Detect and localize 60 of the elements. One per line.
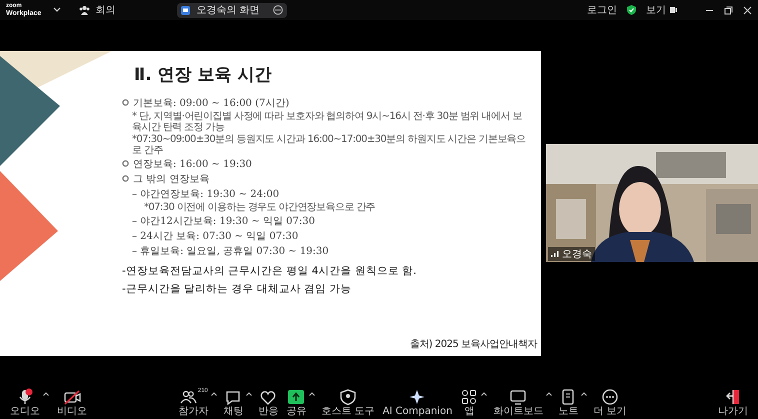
meeting-menu[interactable]: 회의 bbox=[79, 3, 116, 17]
statement-text: -근무시간을 달리하는 경우 대체교사 겸임 가능 bbox=[122, 282, 352, 296]
toolbar-button[interactable]: AI Companion bbox=[380, 388, 454, 417]
apps-icon bbox=[460, 388, 478, 406]
restore-icon[interactable] bbox=[724, 6, 733, 14]
bullet-text: 연장보육: 16:00 ~ 19:30 bbox=[133, 158, 252, 170]
exit-icon bbox=[724, 388, 742, 406]
note-text: * 단, 지역별·어린이집별 사정에 따라 보호자와 협의하여 9시~16시 전·후 30분 범위 내에서 보육시간 탄력 조정 가능 bbox=[132, 110, 523, 132]
slide-title: Ⅱ. 연장 보육 시간 bbox=[134, 64, 272, 86]
caret-icon[interactable] bbox=[211, 392, 218, 396]
people-icon bbox=[79, 5, 90, 15]
toolbar-button[interactable]: 호스트 도구 bbox=[319, 388, 377, 417]
list-text: – 야간연장보육: 19:30 ~ 24:00 bbox=[132, 188, 280, 200]
more-icon[interactable] bbox=[273, 5, 284, 15]
bullet-icon bbox=[122, 160, 129, 167]
statement-text: -연장보육전담교사의 근무시간은 평일 4시간을 원칙으로 함. bbox=[122, 264, 418, 278]
people-icon bbox=[178, 388, 197, 406]
toolbar-button[interactable]: 반응 bbox=[256, 388, 280, 417]
view-icon bbox=[670, 6, 677, 14]
shield-icon bbox=[338, 388, 357, 406]
list-text: – 휴일보육: 일요일, 공휴일 07:30 ~ 19:30 bbox=[132, 244, 329, 258]
view-menu[interactable]: 보기 bbox=[646, 3, 677, 17]
toolbar-button[interactable]: 화이트보드 bbox=[491, 388, 546, 417]
caret-icon[interactable] bbox=[581, 392, 588, 396]
chevron-down-icon[interactable] bbox=[53, 7, 62, 13]
source-text: 출처) 2025 보육사업안내책자 bbox=[410, 338, 537, 350]
toolbar-button[interactable]: 채팅 bbox=[221, 388, 246, 417]
share-icon bbox=[287, 388, 306, 406]
more-icon bbox=[601, 388, 620, 406]
caret-icon[interactable] bbox=[246, 392, 252, 396]
bullet-icon bbox=[122, 175, 129, 182]
close-icon[interactable] bbox=[743, 6, 752, 14]
toolbar-button[interactable]: 오디오 bbox=[8, 388, 42, 417]
toolbar-button[interactable]: 공유 bbox=[284, 388, 308, 417]
caret-icon[interactable] bbox=[481, 392, 488, 396]
toolbar-button[interactable]: 더 보기 bbox=[591, 388, 629, 417]
bullet-text: 기본보육: 09:00 ~ 16:00 (7시간) bbox=[133, 96, 290, 110]
list-text: – 야간12시간보육: 19:30 ~ 익일 07:30 bbox=[132, 214, 316, 228]
sparkle-icon bbox=[408, 388, 426, 406]
note-text: *07:30~09:00±30분의 등원지도 시간과 16:00~17:00±30분의 하원지도 시간은 기본보육으로 간주 bbox=[132, 134, 527, 156]
bullet-icon bbox=[122, 99, 129, 106]
toolbar-button[interactable]: 비디오 bbox=[55, 388, 89, 417]
sign-in-link[interactable]: 로그인 bbox=[587, 3, 617, 17]
toolbar-button[interactable]: 노트 bbox=[556, 388, 580, 417]
screen-share-tab[interactable]: 오경숙의 화면 bbox=[177, 2, 288, 18]
note-text: *07:30 이전에 이용하는 경우도 야간연장보육으로 간주 bbox=[144, 202, 376, 212]
toolbar-button[interactable]: 나가기 bbox=[716, 388, 750, 417]
signal-icon bbox=[551, 251, 559, 257]
camera-icon bbox=[63, 388, 81, 406]
bullet-text: 그 밖의 연장보육 bbox=[133, 172, 210, 186]
shield-icon[interactable] bbox=[627, 5, 636, 15]
screen-icon bbox=[181, 6, 190, 14]
list-text: – 24시간 보육: 07:30 ~ 익일 07:30 bbox=[132, 230, 298, 242]
heart-icon bbox=[259, 388, 278, 406]
caret-icon[interactable] bbox=[43, 392, 49, 396]
caret-icon[interactable] bbox=[309, 392, 316, 396]
caret-icon[interactable] bbox=[546, 392, 552, 396]
participant-name: 오경숙 bbox=[562, 248, 592, 261]
whiteboard-icon bbox=[509, 388, 528, 406]
toolbar-button[interactable]: 앱 bbox=[458, 388, 480, 417]
